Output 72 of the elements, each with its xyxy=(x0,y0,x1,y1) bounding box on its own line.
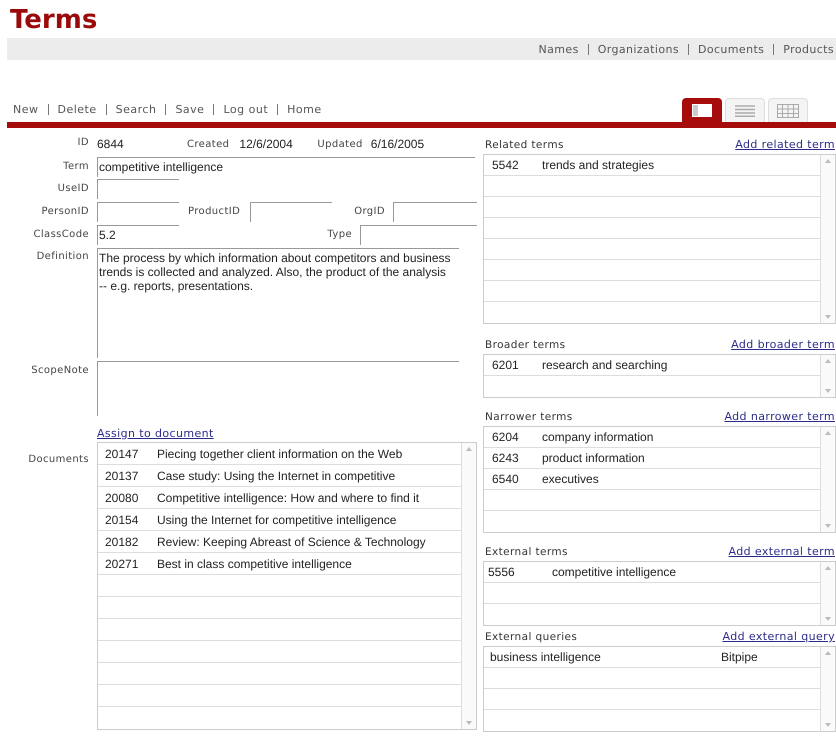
field-label: Definition xyxy=(36,250,90,262)
document-title: Case study: Using the Internet in competitive xyxy=(157,468,396,483)
field-label: ScopeNote xyxy=(30,364,90,376)
term-id: 6540 xyxy=(491,472,520,486)
add-link[interactable]: Add broader term xyxy=(731,338,835,351)
section-title: Broader terms xyxy=(485,339,566,351)
term-name: research and searching xyxy=(542,358,668,372)
document-title: Competitive intelligence: How and where to find it xyxy=(157,490,420,505)
term-id: 6243 xyxy=(491,451,520,465)
field-label: Type xyxy=(327,229,352,240)
field-label: ClassCode xyxy=(32,228,90,240)
add-link[interactable]: Add related term xyxy=(735,138,835,151)
toolbar-link[interactable]: Search xyxy=(116,103,156,116)
toolbar-link[interactable]: Delete xyxy=(58,103,97,116)
field-label: ID xyxy=(76,136,90,148)
section-title: External terms xyxy=(485,546,568,558)
add-link[interactable]: Add external query xyxy=(722,630,835,643)
updated-date: 6/16/2005 xyxy=(370,137,424,151)
term-name: product information xyxy=(542,451,646,465)
field-label: ProductID xyxy=(188,206,240,218)
nav-link[interactable]: Products xyxy=(783,42,834,56)
field-label: Updated xyxy=(317,138,363,150)
field-label: Term xyxy=(62,160,90,172)
term-id: 5556 xyxy=(487,565,516,579)
class-code-field[interactable]: 5.2 xyxy=(97,224,179,245)
field-label: OrgID xyxy=(354,206,385,218)
term-name: competitive intelligence xyxy=(552,565,678,579)
term-list[interactable]: 6204 company information 6243 product information 6540 executives xyxy=(483,426,836,533)
nav-link[interactable]: Names xyxy=(538,42,579,56)
add-link[interactable]: Add external term xyxy=(728,545,835,558)
toolbar-link[interactable]: New xyxy=(13,103,38,116)
document-id: 20271 xyxy=(104,556,140,571)
add-link[interactable]: Add narrower term xyxy=(724,410,835,423)
term-id: 6201 xyxy=(491,358,520,372)
term-list[interactable]: 5542 trends and strategies xyxy=(483,154,836,324)
nav-link[interactable]: Documents xyxy=(698,42,764,56)
document-title: Piecing together client information on the Web xyxy=(157,446,404,461)
term-list[interactable]: business intelligence Bitpipe xyxy=(483,646,836,732)
term-list[interactable]: 6201 research and searching xyxy=(483,354,836,398)
query-source: Bitpipe xyxy=(721,650,759,664)
field-label: Created xyxy=(187,138,230,150)
document-id: 20182 xyxy=(104,534,140,549)
section-title: External queries xyxy=(485,631,578,643)
document-title: Best in class competitive intelligence xyxy=(157,556,353,571)
page-title: Terms xyxy=(10,4,98,37)
field-label: Documents xyxy=(27,453,90,466)
term-id: 6204 xyxy=(491,430,520,444)
term-field[interactable]: competitive intelligence xyxy=(97,156,475,177)
term-name: company information xyxy=(542,430,654,444)
id-value: 6844 xyxy=(97,137,125,151)
document-id: 20080 xyxy=(104,490,140,505)
term-name: executives xyxy=(542,472,600,486)
toolbar-link[interactable]: Save xyxy=(175,103,204,116)
definition-field[interactable]: The process by which information about competitors and business trends is collected and analyzed. Also, the product of the analysis -- e.g. reports, presentations. xyxy=(97,248,459,358)
nav-link[interactable]: Organizations xyxy=(598,42,679,56)
term-list[interactable]: 5556 competitive intelligence xyxy=(483,561,836,626)
term-name: trends and strategies xyxy=(542,158,656,172)
document-title: Using the Internet for competitive intelligence xyxy=(157,512,398,527)
section-title: Related terms xyxy=(485,139,564,151)
created-date: 12/6/2004 xyxy=(239,137,294,151)
document-id: 20154 xyxy=(104,512,140,527)
query-text: business intelligence xyxy=(489,650,602,664)
document-id: 20137 xyxy=(104,468,140,483)
term-id: 5542 xyxy=(491,158,520,172)
section-title: Narrower terms xyxy=(485,411,573,423)
assign-link[interactable]: Assign to document xyxy=(97,426,214,440)
field-label: PersonID xyxy=(40,204,90,217)
document-id: 20147 xyxy=(104,446,140,461)
document-title: Review: Keeping Abreast of Science & Technology xyxy=(157,534,427,549)
toolbar-link[interactable]: Home xyxy=(287,103,322,116)
toolbar-link[interactable]: Log out xyxy=(223,103,268,116)
field-label: UseID xyxy=(56,182,90,194)
